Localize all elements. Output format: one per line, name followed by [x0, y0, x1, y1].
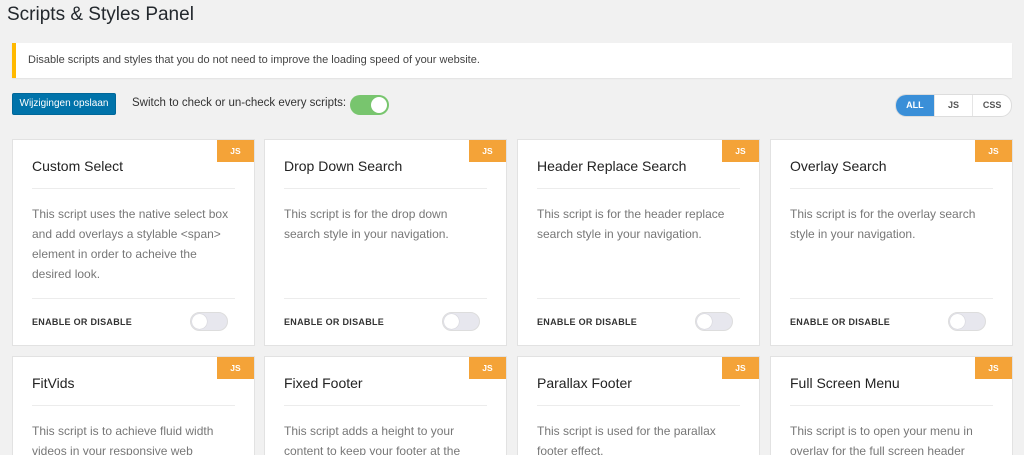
card-title: Drop Down Search	[284, 158, 403, 174]
card-description: This script is for the drop down search …	[284, 207, 449, 241]
filter-css-button[interactable]: CSS	[973, 95, 1011, 116]
toggle-knob	[192, 314, 207, 329]
enable-toggle[interactable]	[695, 312, 733, 331]
master-toggle[interactable]	[350, 95, 389, 115]
script-card: JS Overlay Search This script is for the…	[770, 139, 1013, 346]
card-description: This script adds a height to your conten…	[284, 424, 461, 455]
script-card: JS Custom Select This script uses the na…	[12, 139, 255, 346]
divider	[284, 405, 487, 406]
enable-disable-label: ENABLE OR DISABLE	[284, 317, 385, 327]
type-badge: JS	[217, 357, 254, 379]
divider	[537, 298, 740, 299]
card-title: FitVids	[32, 375, 75, 391]
type-badge: JS	[469, 140, 506, 162]
card-description: This script is for the header replace se…	[537, 207, 725, 241]
info-notice: Disable scripts and styles that you do n…	[12, 43, 1012, 78]
script-card: JS FitVids This script is to achieve flu…	[12, 356, 255, 455]
notice-text: Disable scripts and styles that you do n…	[28, 54, 480, 66]
divider	[790, 405, 993, 406]
script-card: JS Fixed Footer This script adds a heigh…	[264, 356, 507, 455]
card-title: Full Screen Menu	[790, 375, 900, 391]
card-description: This script uses the native select box a…	[32, 207, 229, 281]
divider	[537, 405, 740, 406]
filter-group: ALL JS CSS	[895, 94, 1012, 117]
card-title: Overlay Search	[790, 158, 887, 174]
script-card: JS Drop Down Search This script is for t…	[264, 139, 507, 346]
enable-toggle[interactable]	[948, 312, 986, 331]
toggle-knob	[697, 314, 712, 329]
divider	[284, 188, 487, 189]
filter-all-button[interactable]: ALL	[896, 95, 935, 116]
script-card: JS Header Replace Search This script is …	[517, 139, 760, 346]
card-title: Header Replace Search	[537, 158, 687, 174]
type-badge: JS	[975, 140, 1012, 162]
card-title: Fixed Footer	[284, 375, 363, 391]
toggle-knob	[950, 314, 965, 329]
enable-disable-label: ENABLE OR DISABLE	[537, 317, 638, 327]
script-card: JS Parallax Footer This script is used f…	[517, 356, 760, 455]
divider	[32, 188, 235, 189]
type-badge: JS	[217, 140, 254, 162]
enable-disable-label: ENABLE OR DISABLE	[32, 317, 133, 327]
divider	[32, 298, 235, 299]
divider	[32, 405, 235, 406]
enable-toggle[interactable]	[442, 312, 480, 331]
toggle-knob	[444, 314, 459, 329]
toggle-knob	[371, 97, 387, 113]
card-title: Custom Select	[32, 158, 124, 174]
card-description: This script is to open your menu in over…	[790, 424, 973, 455]
type-badge: JS	[722, 357, 759, 379]
card-description: This script is for the overlay search st…	[790, 207, 976, 241]
master-switch-label: Switch to check or un-check every script…	[132, 97, 347, 109]
card-description: This script is used for the parallax foo…	[537, 424, 716, 455]
divider	[790, 188, 993, 189]
type-badge: JS	[469, 357, 506, 379]
divider	[284, 298, 487, 299]
type-badge: JS	[722, 140, 759, 162]
enable-toggle[interactable]	[190, 312, 228, 331]
save-changes-button[interactable]: Wijzigingen opslaan	[12, 93, 116, 115]
enable-disable-label: ENABLE OR DISABLE	[790, 317, 891, 327]
card-title: Parallax Footer	[537, 375, 632, 391]
page-title: Scripts & Styles Panel	[7, 4, 194, 25]
card-description: This script is to achieve fluid width vi…	[32, 424, 214, 455]
divider	[537, 188, 740, 189]
filter-js-button[interactable]: JS	[935, 95, 974, 116]
divider	[790, 298, 993, 299]
script-card: JS Full Screen Menu This script is to op…	[770, 356, 1013, 455]
type-badge: JS	[975, 357, 1012, 379]
